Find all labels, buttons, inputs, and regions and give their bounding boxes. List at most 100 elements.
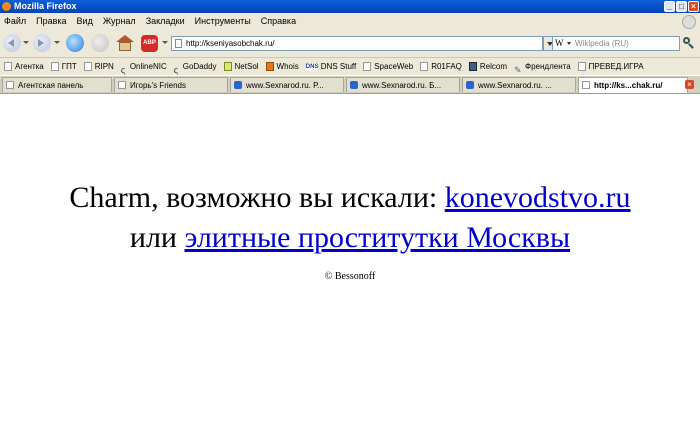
bookmark-label: Агентка [15, 62, 44, 71]
tab-label: Агентская панель [18, 81, 84, 90]
page-icon [582, 81, 590, 89]
menu-tools[interactable]: Инструменты [191, 13, 257, 30]
maximize-button[interactable]: □ [676, 1, 687, 12]
menu-help[interactable]: Справка [257, 13, 302, 30]
bookmark-item[interactable]: NetSol [220, 58, 262, 75]
bookmark-page-icon [420, 62, 429, 71]
bookmark-label: SpaceWeb [374, 62, 414, 71]
site-icon [350, 81, 358, 89]
bookmark-label: R01FAQ [431, 62, 462, 71]
bookmark-page-icon [363, 62, 372, 71]
title-bar: Mozilla Firefox _ □ × [0, 0, 700, 13]
back-history-dropdown[interactable] [23, 41, 29, 44]
menu-bookmarks[interactable]: Закладки [142, 13, 191, 30]
copyright-text: © Bessonoff [324, 271, 376, 282]
escort-link[interactable]: элитные проститутки Москвы [184, 221, 570, 254]
address-bar-url: http://kseniyasobchak.ru/ [186, 39, 275, 48]
close-window-button[interactable]: × [688, 1, 699, 12]
search-placeholder: Wikipedia (RU) [575, 39, 629, 48]
whois-icon [265, 62, 274, 71]
message-line2-text: или [129, 221, 185, 254]
site-icon [234, 81, 242, 89]
bookmark-label: RIPN [94, 62, 114, 71]
bookmark-item[interactable]: ГПТ [47, 58, 80, 75]
bookmark-item[interactable]: SpaceWeb [359, 58, 416, 75]
search-button[interactable] [683, 37, 695, 49]
back-button[interactable] [3, 34, 21, 52]
home-button[interactable] [116, 35, 134, 51]
godaddy-icon: ς [120, 65, 126, 75]
bookmark-label: GoDaddy [182, 62, 217, 71]
message-line1-text: Charm, возможно вы искали: [69, 181, 445, 214]
menu-file[interactable]: Файл [0, 13, 32, 30]
window-controls: _ □ × [664, 1, 699, 12]
bookmark-label: Френдлента [525, 62, 571, 71]
bookmark-label: ГПТ [61, 62, 77, 71]
tab-sexnarod-1[interactable]: www.Sexnarod.ru. Р... [230, 77, 344, 92]
search-input[interactable]: W Wikipedia (RU) [552, 36, 680, 51]
tab-agent-panel[interactable]: Агентская панель [2, 77, 112, 92]
bookmark-item[interactable]: Агентка [0, 58, 47, 75]
page-icon [6, 81, 14, 89]
page-content: Charm, возможно вы искали: konevodstvo.r… [0, 94, 700, 427]
menu-view[interactable]: Вид [73, 13, 99, 30]
minimize-button[interactable]: _ [664, 1, 675, 12]
bookmarks-toolbar: Агентка ГПТ RIPN ς OnlineNIC ς GoDaddy Net… [0, 58, 700, 75]
bookmark-page-icon [83, 62, 92, 71]
forward-history-dropdown[interactable] [54, 41, 60, 44]
page-message: Charm, возможно вы искали: konevodstvo.r… [0, 178, 700, 258]
bookmark-item[interactable]: ς GoDaddy [170, 58, 220, 75]
bookmark-item[interactable]: R01FAQ [416, 58, 465, 75]
adblock-dropdown[interactable] [162, 41, 168, 44]
window-title: Mozilla Firefox [14, 1, 77, 11]
wikipedia-icon[interactable]: W [555, 38, 567, 49]
tab-active[interactable]: http://ks...chak.ru/ [578, 77, 688, 93]
stop-button[interactable] [91, 34, 109, 52]
bookmark-page-icon [4, 62, 12, 71]
bookmark-page-icon [50, 62, 59, 71]
tab-igor-friends[interactable]: Игорь's Friends [114, 77, 228, 92]
bookmark-item[interactable]: Whois [262, 58, 302, 75]
tab-label: www.Sexnarod.ru. Р... [246, 81, 324, 90]
tab-sexnarod-2[interactable]: www.Sexnarod.ru. Б... [346, 77, 460, 92]
adblock-button[interactable]: ABP [141, 35, 158, 52]
bookmark-item[interactable]: Relcom [465, 58, 510, 75]
throbber-icon [682, 15, 696, 29]
site-icon [466, 81, 474, 89]
netsol-icon [223, 62, 232, 71]
navigation-toolbar: ABP http://kseniyasobchak.ru/ W Wikipedi… [0, 30, 700, 58]
bookmark-label: OnlineNIC [129, 62, 167, 71]
menu-history[interactable]: Журнал [99, 13, 142, 30]
tab-label: www.Sexnarod.ru. ... [478, 81, 552, 90]
bookmark-item[interactable]: DNS DNS Stuff [302, 58, 359, 75]
bookmark-item[interactable]: ς OnlineNIC [117, 58, 170, 75]
close-tab-icon[interactable]: × [685, 80, 694, 89]
bookmark-item[interactable]: RIPN [80, 58, 117, 75]
tab-sexnarod-3[interactable]: www.Sexnarod.ru. ... [462, 77, 576, 92]
bookmark-item[interactable]: ✎ Френдлента [510, 58, 574, 75]
tab-label: Игорь's Friends [130, 81, 186, 90]
forward-button[interactable] [33, 34, 51, 52]
relcom-icon [468, 62, 477, 71]
menu-edit[interactable]: Правка [32, 13, 72, 30]
bookmark-label: NetSol [234, 62, 259, 71]
reload-button[interactable] [66, 34, 84, 52]
konevodstvo-link[interactable]: konevodstvo.ru [445, 181, 631, 214]
bookmark-page-icon [577, 62, 586, 71]
bookmark-label: DNS Stuff [320, 62, 357, 71]
address-bar[interactable]: http://kseniyasobchak.ru/ [171, 36, 556, 51]
bookmark-label: Whois [276, 62, 299, 71]
bookmark-item[interactable]: ПРЕВЕД.ИГРА [574, 58, 647, 75]
pencil-icon [118, 81, 126, 89]
bookmark-label: ПРЕВЕД.ИГРА [588, 62, 644, 71]
bookmark-label: Relcom [479, 62, 508, 71]
godaddy-icon: ς [173, 65, 179, 75]
tab-label: www.Sexnarod.ru. Б... [362, 81, 442, 90]
menu-bar: Файл Правка Вид Журнал Закладки Инструме… [0, 13, 700, 30]
tab-bar: Агентская панель Игорь's Friends www.Sex… [0, 76, 700, 94]
search-engine-dropdown[interactable] [567, 42, 571, 45]
page-icon [175, 39, 182, 48]
tab-label: http://ks...chak.ru/ [594, 81, 663, 90]
home-icon [116, 35, 134, 42]
pencil-icon: ✎ [514, 65, 522, 75]
